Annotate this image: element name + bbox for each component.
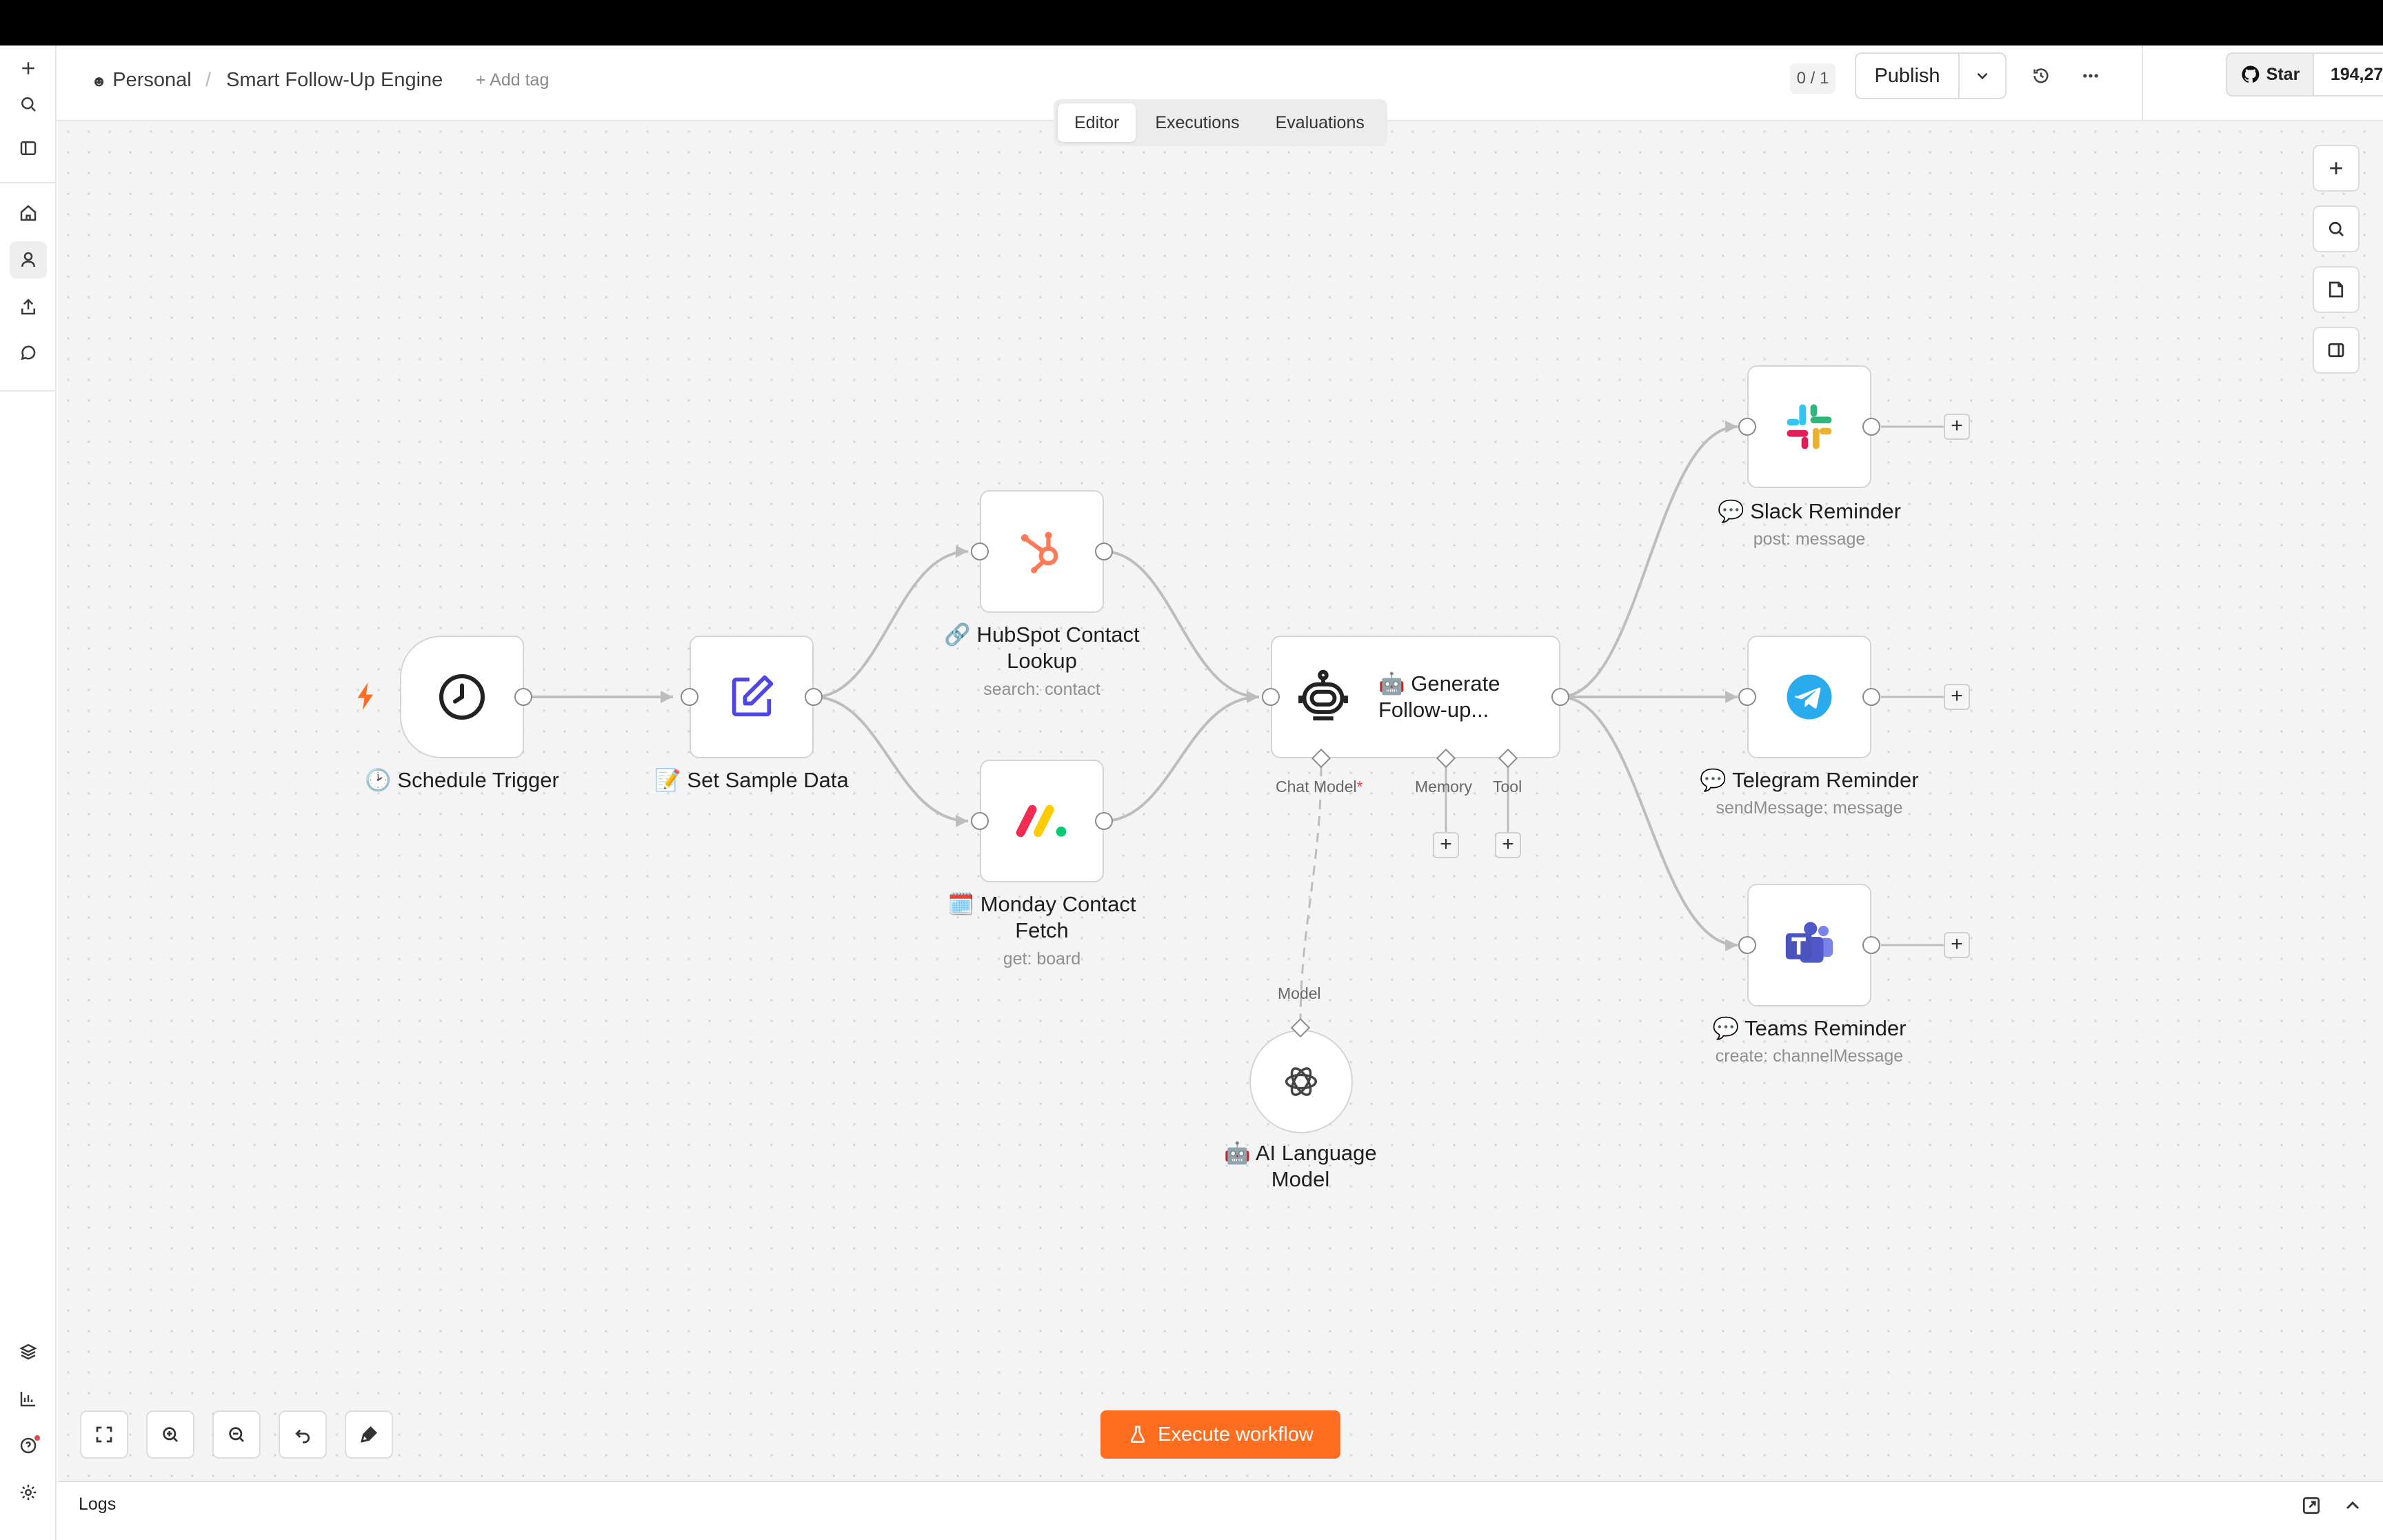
reset-zoom-button[interactable] [279, 1410, 327, 1459]
ai-model-label-line2: Model [1271, 1167, 1330, 1191]
node-slack-reminder[interactable] [1747, 365, 1871, 488]
connection-model-to-agent[interactable] [1299, 766, 1323, 1021]
output-handle[interactable] [1862, 418, 1880, 436]
input-handle[interactable] [1262, 688, 1280, 706]
arrowheads [661, 421, 1738, 951]
output-handle[interactable] [805, 688, 823, 706]
hubspot-icon [1020, 531, 1058, 574]
connection-monday-to-agent[interactable] [1103, 696, 1260, 822]
sub-port-stub-lines [1445, 767, 1509, 833]
slack-sublabel: post: message [1753, 529, 1866, 549]
search-icon [2329, 221, 2344, 236]
input-handle[interactable] [681, 688, 698, 706]
pop-out-icon[interactable] [2300, 1495, 2322, 1517]
add-tool-button[interactable]: + [1495, 832, 1521, 858]
chevron-up-icon[interactable] [2342, 1495, 2364, 1517]
telegram-icon [1787, 674, 1832, 720]
node-ai-language-model[interactable] [1249, 1030, 1353, 1133]
ai-model-label-line1: 🤖 AI Language [1224, 1141, 1377, 1165]
telegram-label: 💬 Telegram Reminder [1700, 768, 1919, 792]
model-port-label: Model [1278, 984, 1321, 1002]
connection-agent-to-slack[interactable] [1559, 425, 1738, 698]
zoom-out-button[interactable] [212, 1410, 261, 1459]
zoom-out-icon [229, 1427, 244, 1442]
input-handle[interactable] [1738, 688, 1756, 706]
set-sample-data-label: 📝 Set Sample Data [654, 768, 849, 792]
node-set-sample-data[interactable] [690, 636, 814, 758]
monday-sublabel: get: board [1003, 949, 1081, 969]
hubspot-label-line2: Lookup [1007, 649, 1077, 673]
fit-view-icon [96, 1426, 112, 1443]
hubspot-label-line1: 🔗 HubSpot Contact [944, 622, 1140, 647]
add-memory-button[interactable]: + [1433, 832, 1459, 858]
telegram-sublabel: sendMessage: message [1716, 798, 1903, 818]
add-after-teams-button[interactable]: + [1944, 932, 1970, 958]
search-nodes-button[interactable] [2313, 205, 2360, 252]
sticky-note-icon [2329, 281, 2344, 298]
monday-label-line1: 🗓️ Monday Contact [947, 892, 1136, 916]
node-telegram-reminder[interactable] [1747, 636, 1871, 758]
execute-workflow-button[interactable]: Execute workflow [1100, 1410, 1340, 1459]
monday-label-line2: Fetch [1015, 918, 1069, 942]
logs-label: Logs [79, 1495, 117, 1514]
zoom-in-icon [163, 1427, 178, 1442]
agent-label: 🤖 Generate Follow-up... [1378, 671, 1500, 723]
hubspot-sublabel: search: contact [983, 680, 1100, 699]
chat-model-text: Chat Model [1276, 778, 1357, 796]
tidy-up-button[interactable] [345, 1410, 393, 1459]
node-schedule-trigger[interactable] [400, 636, 524, 758]
connection-agent-to-teams[interactable] [1559, 696, 1738, 946]
logs-panel-bar[interactable]: Logs [58, 1481, 2383, 1528]
node-hubspot-contact-lookup[interactable] [980, 490, 1104, 613]
teams-sublabel: create: channelMessage [1715, 1046, 1904, 1066]
slack-label: 💬 Slack Reminder [1717, 499, 1901, 523]
required-mark: * [1356, 778, 1363, 796]
chat-model-port-label: Chat Model* [1276, 778, 1363, 796]
input-handle[interactable] [971, 543, 989, 560]
toggle-panel-button[interactable] [2313, 327, 2360, 374]
add-after-telegram-button[interactable]: + [1944, 684, 1970, 710]
node-teams-reminder[interactable] [1747, 884, 1871, 1006]
clock-icon [439, 674, 485, 720]
robot-icon [1298, 669, 1348, 721]
output-handle[interactable] [1551, 688, 1569, 706]
agent-label-line2: Follow-up... [1378, 698, 1489, 722]
tool-port-label: Tool [1493, 778, 1522, 796]
side-panel-icon [2328, 343, 2344, 358]
flask-icon [1131, 1426, 1145, 1443]
monday-icon [1016, 804, 1067, 838]
add-sticky-note-button[interactable] [2313, 266, 2360, 313]
node-generate-follow-up[interactable]: 🤖 Generate Follow-up... [1271, 636, 1560, 758]
edit-icon [732, 675, 774, 717]
trigger-bolt-icon [357, 682, 373, 710]
connection-set-to-monday[interactable] [813, 696, 969, 822]
output-handle[interactable] [1095, 812, 1113, 830]
input-handle[interactable] [1738, 936, 1756, 954]
slack-icon [1787, 404, 1832, 449]
input-handle[interactable] [971, 812, 989, 830]
zoom-in-button[interactable] [146, 1410, 194, 1459]
output-handle[interactable] [514, 688, 532, 706]
schedule-trigger-label: 🕑 Schedule Trigger [365, 768, 559, 792]
execute-workflow-label: Execute workflow [1158, 1423, 1314, 1446]
openai-icon [1285, 1067, 1318, 1096]
output-handle[interactable] [1862, 688, 1880, 706]
teams-icon [1785, 922, 1833, 963]
input-handle[interactable] [1738, 418, 1756, 436]
output-handle[interactable] [1095, 543, 1113, 560]
memory-port-label: Memory [1415, 778, 1473, 796]
tidy-up-icon [361, 1426, 377, 1443]
output-handle[interactable] [1862, 936, 1880, 954]
node-monday-contact-fetch[interactable] [980, 760, 1104, 882]
agent-label-line1: 🤖 Generate [1378, 671, 1500, 696]
add-node-button[interactable] [2313, 145, 2360, 192]
fit-view-button[interactable] [80, 1410, 128, 1459]
plus-icon [2330, 162, 2342, 174]
add-after-slack-button[interactable]: + [1944, 414, 1970, 440]
teams-label: 💬 Teams Reminder [1712, 1016, 1907, 1040]
undo-icon [295, 1429, 310, 1443]
